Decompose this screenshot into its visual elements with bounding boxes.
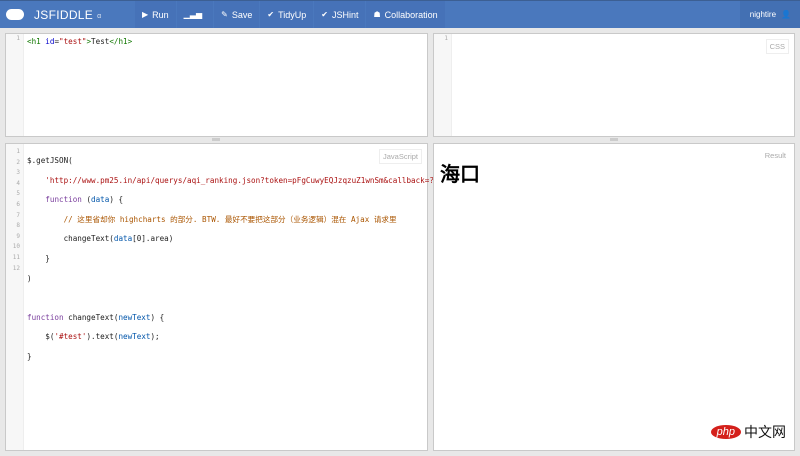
play-icon: ▶ (142, 10, 149, 19)
gutter: 1 (434, 34, 452, 136)
code-line: 'http://www.pm25.in/api/querys/aqi_ranki… (45, 175, 443, 185)
html-panel[interactable]: 1 <h1 id="test">Test</h1> (5, 33, 428, 137)
line-number: 8 (16, 222, 20, 230)
line-number: 9 (16, 232, 20, 240)
users-icon: ☗ (373, 10, 381, 19)
user-menu[interactable]: nightire 👤 (739, 1, 800, 28)
app-title: JSFIDDLE (34, 7, 94, 22)
line-number: 6 (16, 200, 20, 208)
user-icon: 👤 (781, 10, 791, 19)
resize-handle[interactable] (610, 138, 618, 141)
line-number: 2 (16, 158, 20, 166)
code-line: $('#test').text(newText); (27, 332, 160, 342)
code-line: function changeText(newText) { (27, 312, 165, 322)
run-label: Run (152, 9, 169, 20)
line-number: 5 (16, 190, 20, 198)
top-toolbar: JSFIDDLE α ▶ Run ▁▃▅ ✎ Save ✔ TidyUp ✔ JSHin… (0, 0, 800, 28)
javascript-label: JavaScript (378, 149, 422, 164)
version-badge: α (97, 12, 102, 20)
run-button[interactable]: ▶ Run (135, 1, 177, 28)
cloud-icon (6, 9, 24, 20)
tidyup-label: TidyUp (278, 9, 307, 20)
line-number: 1 (16, 148, 20, 155)
bar-chart-icon: ▁▃▅ (183, 10, 203, 19)
css-panel[interactable]: 1 CSS (433, 33, 795, 137)
line-number: 1 (16, 35, 20, 42)
collaboration-label: Collaboration (384, 9, 438, 20)
html-editor[interactable]: <h1 id="test">Test</h1> (27, 37, 132, 48)
line-number: 3 (16, 169, 20, 177)
code-line: // 这里省却你 highcharts 的部分. BTW. 最好不要把这部分（业… (27, 214, 397, 224)
line-number: 10 (12, 243, 20, 251)
tidyup-button[interactable]: ✔ TidyUp (260, 1, 315, 28)
jshint-button[interactable]: ✔ JSHint (314, 1, 367, 28)
php-logo: php (710, 425, 741, 439)
check-icon: ✔ (321, 10, 328, 19)
line-number: 12 (12, 264, 20, 272)
pencil-icon: ✎ (221, 10, 228, 19)
logo[interactable]: JSFIDDLE α (0, 1, 135, 28)
watermark-text: 中文网 (744, 424, 786, 440)
js-editor[interactable]: $.getJSON( 'http://www.pm25.in/api/query… (27, 147, 443, 381)
check-icon: ✔ (267, 10, 275, 19)
collaboration-button[interactable]: ☗ Collaboration (366, 1, 446, 28)
result-panel: Result 海口 php 中文网 (433, 143, 795, 451)
line-number: 1 (444, 35, 448, 42)
stats-button[interactable]: ▁▃▅ (176, 1, 215, 28)
line-number: 7 (16, 211, 20, 219)
line-number: 11 (12, 253, 20, 261)
code-line: } (27, 253, 50, 263)
result-label: Result (761, 149, 789, 162)
save-button[interactable]: ✎ Save (214, 1, 261, 28)
code-line: changeText(data[0].area) (27, 234, 174, 244)
username: nightire (749, 10, 777, 19)
gutter: 1 2 3 4 5 6 7 8 9 10 11 12 (6, 144, 24, 450)
result-heading: 海口 (440, 162, 480, 186)
code-line: } (27, 351, 32, 361)
code-line: function (data) { (45, 195, 124, 205)
js-panel[interactable]: 1 2 3 4 5 6 7 8 9 10 11 12 $.getJSON( 'http://www.p… (5, 143, 443, 451)
css-label: CSS (765, 39, 789, 54)
gutter: 1 (6, 34, 24, 136)
code-line: ) (27, 273, 32, 283)
line-number: 4 (16, 179, 20, 187)
watermark: php 中文网 (710, 422, 786, 442)
jshint-label: JSHint (331, 9, 359, 20)
save-label: Save (231, 9, 253, 20)
resize-handle[interactable] (212, 138, 220, 141)
